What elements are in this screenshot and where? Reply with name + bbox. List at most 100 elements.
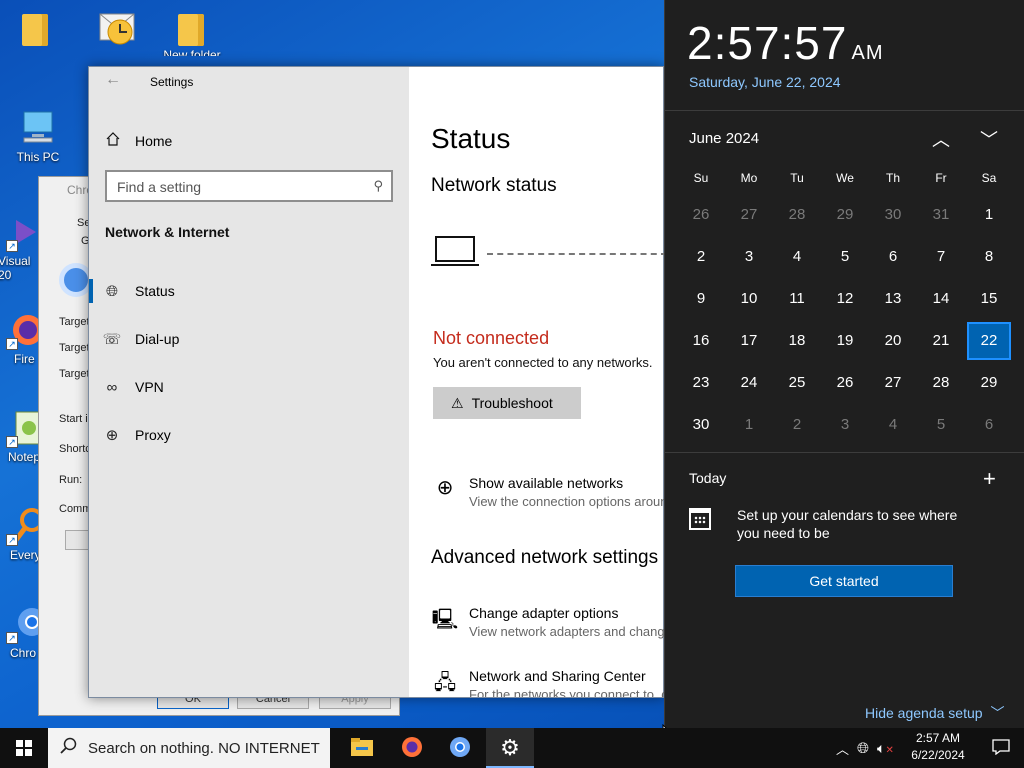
calendar-day[interactable]: 20 xyxy=(869,320,917,362)
desktop-icon-folder-1[interactable] xyxy=(4,6,68,48)
calendar-day[interactable]: 9 xyxy=(677,278,725,320)
back-arrow-icon[interactable]: ← xyxy=(105,71,121,89)
show-networks-link[interactable]: ⊕ Show available networks View the conne… xyxy=(431,475,665,515)
network-globe-icon[interactable]: 🌐︎ xyxy=(857,740,869,757)
calendar-day[interactable]: 5 xyxy=(917,404,965,446)
taskbar: Search on nothing. NO INTERNET ⚙ ︿ 🌐︎ 🔈︎… xyxy=(0,728,1024,768)
calendar-day[interactable]: 26 xyxy=(677,194,725,236)
calendar-day[interactable]: 6 xyxy=(965,404,1013,446)
full-date-link[interactable]: Saturday, June 22, 2024 xyxy=(689,74,841,90)
nav-item-vpn[interactable]: ∞ VPN xyxy=(89,367,409,407)
hide-agenda-link[interactable]: Hide agenda setup ﹀ xyxy=(865,703,1004,723)
field-label: Comm xyxy=(59,503,92,515)
nav-item-proxy[interactable]: ⊕ Proxy xyxy=(89,415,409,455)
calendar-day[interactable]: 23 xyxy=(677,362,725,404)
get-started-button[interactable]: Get started xyxy=(735,565,953,597)
link-description: View network adapters and change connect… xyxy=(469,624,665,639)
calendar-day[interactable]: 1 xyxy=(965,194,1013,236)
taskbar-chrome[interactable] xyxy=(436,728,484,768)
firefox-icon xyxy=(400,735,424,762)
taskbar-settings[interactable]: ⚙ xyxy=(486,728,534,768)
calendar-day[interactable]: 12 xyxy=(821,278,869,320)
calendar-day[interactable]: 6 xyxy=(869,236,917,278)
calendar-grid: Su Mo Tu We Th Fr Sa 26 27 28 29 30 31 1… xyxy=(677,168,1013,446)
settings-content: Status Network status Not connected You … xyxy=(409,67,665,697)
taskbar-search-box[interactable]: Search on nothing. NO INTERNET xyxy=(48,728,330,768)
hide-agenda-label: Hide agenda setup xyxy=(865,705,983,721)
field-label: Target xyxy=(59,342,90,354)
chevron-down-icon[interactable]: ﹀ xyxy=(977,126,1001,152)
calendar-day[interactable]: 26 xyxy=(821,362,869,404)
calendar-day[interactable]: 30 xyxy=(869,194,917,236)
calendar-day[interactable]: 24 xyxy=(725,362,773,404)
calendar-day[interactable]: 8 xyxy=(965,236,1013,278)
settings-sidebar: ← Settings Home Find a setting ⚲ Network… xyxy=(89,67,409,697)
calendar-day[interactable]: 11 xyxy=(773,278,821,320)
calendar-day[interactable]: 27 xyxy=(725,194,773,236)
desktop-icon-label: Visual 20 xyxy=(0,254,31,282)
calendar-day[interactable]: 4 xyxy=(869,404,917,446)
calendar-week: 16 17 18 19 20 21 22 xyxy=(677,320,1013,362)
taskbar-date: 6/22/2024 xyxy=(911,748,965,762)
calendar-day[interactable]: 7 xyxy=(917,236,965,278)
desktop-icon-new-folder[interactable]: New folder xyxy=(160,6,224,56)
calendar-day[interactable]: 3 xyxy=(821,404,869,446)
volume-muted-icon[interactable]: 🔈︎✕ xyxy=(877,740,894,757)
desktop-icon-this-pc[interactable]: This PC xyxy=(6,108,70,164)
calendar-day[interactable]: 14 xyxy=(917,278,965,320)
weekday-label: Sa xyxy=(981,171,997,185)
calendar-day[interactable]: 17 xyxy=(725,320,773,362)
calendar-day[interactable]: 2 xyxy=(773,404,821,446)
find-setting-input[interactable]: Find a setting ⚲ xyxy=(105,170,393,202)
search-icon: ⚲ xyxy=(373,178,383,193)
calendar-day[interactable]: 27 xyxy=(869,362,917,404)
calendar-day[interactable]: 31 xyxy=(917,194,965,236)
search-icon xyxy=(60,737,78,759)
taskbar-clock[interactable]: 2:57 AM 6/22/2024 xyxy=(900,730,976,764)
calendar-day[interactable]: 5 xyxy=(821,236,869,278)
calendar-day[interactable]: 21 xyxy=(917,320,965,362)
calendar-day-today[interactable]: 22 xyxy=(965,320,1013,362)
home-link[interactable]: Home xyxy=(105,131,172,150)
change-adapter-link[interactable]: 🖳 Change adapter options View network ad… xyxy=(431,605,665,645)
file-explorer-icon xyxy=(350,737,374,760)
calendar-day[interactable]: 4 xyxy=(773,236,821,278)
calendar-day[interactable]: 28 xyxy=(917,362,965,404)
taskbar-firefox[interactable] xyxy=(388,728,436,768)
chevron-up-icon[interactable]: ︿ xyxy=(929,126,953,152)
sharing-center-link[interactable]: 🖧 Network and Sharing Center For the net… xyxy=(431,668,665,697)
add-event-icon[interactable]: + xyxy=(983,466,996,492)
calendar-day[interactable]: 13 xyxy=(869,278,917,320)
chevron-up-icon[interactable]: ︿ xyxy=(836,739,849,758)
connection-description: You aren't connected to any networks. xyxy=(433,355,653,370)
calendar-day[interactable]: 25 xyxy=(773,362,821,404)
calendar-day[interactable]: 29 xyxy=(965,362,1013,404)
notification-center-button[interactable] xyxy=(978,728,1024,768)
month-label[interactable]: June 2024 xyxy=(689,130,759,147)
start-button[interactable] xyxy=(0,728,48,768)
taskbar-file-explorer[interactable] xyxy=(338,728,386,768)
calendar-day[interactable]: 19 xyxy=(821,320,869,362)
troubleshoot-button[interactable]: ⚠ Troubleshoot xyxy=(433,387,581,419)
settings-window[interactable]: ← Settings Home Find a setting ⚲ Network… xyxy=(88,66,665,698)
weekday-label: Tu xyxy=(790,171,804,185)
calendar-day[interactable]: 28 xyxy=(773,194,821,236)
desktop-icon-outlook[interactable] xyxy=(84,6,148,48)
calendar-day[interactable]: 2 xyxy=(677,236,725,278)
calendar-day[interactable]: 18 xyxy=(773,320,821,362)
calendar-day[interactable]: 16 xyxy=(677,320,725,362)
calendar-day[interactable]: 30 xyxy=(677,404,725,446)
calendar-day[interactable]: 29 xyxy=(821,194,869,236)
today-label: Today xyxy=(689,470,727,486)
calendar-day[interactable]: 15 xyxy=(965,278,1013,320)
nav-item-dial-up[interactable]: ☏ Dial-up xyxy=(89,319,409,359)
desktop-icon-label: This PC xyxy=(16,150,60,164)
globe-icon: ⊕ xyxy=(105,427,119,444)
gear-icon: ⚙ xyxy=(500,735,520,760)
nav-item-status[interactable]: 🌐︎ Status xyxy=(89,271,409,311)
calendar-day[interactable]: 10 xyxy=(725,278,773,320)
nav-label: Dial-up xyxy=(135,331,180,347)
calendar-day[interactable]: 1 xyxy=(725,404,773,446)
calendar-day[interactable]: 3 xyxy=(725,236,773,278)
weekday-label: We xyxy=(836,171,854,185)
